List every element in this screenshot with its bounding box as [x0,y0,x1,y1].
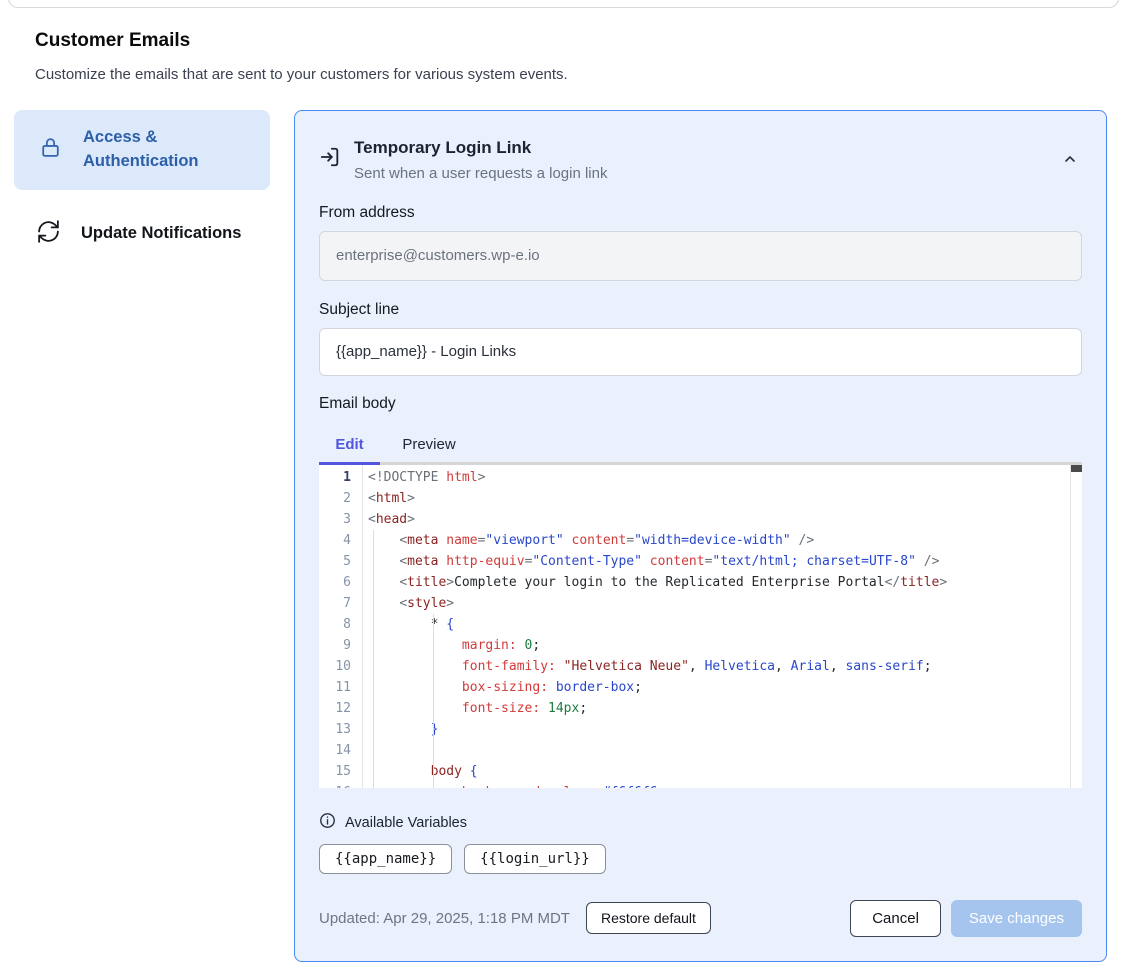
subject-line-label: Subject line [319,301,1082,319]
from-address-label: From address [319,204,1082,222]
editor-line-numbers: 12345678910111213141516 [319,465,363,788]
save-changes-button[interactable]: Save changes [951,900,1082,937]
updated-timestamp: Updated: Apr 29, 2025, 1:18 PM MDT [319,910,570,927]
email-body-label: Email body [319,395,1082,413]
panel-subtitle: Sent when a user requests a login link [354,165,607,182]
variable-chip-app-name[interactable]: {{app_name}} [319,844,452,874]
panel-title: Temporary Login Link [354,137,607,160]
panel-footer: Updated: Apr 29, 2025, 1:18 PM MDT Resto… [319,900,1082,937]
editor-vertical-scrollbar[interactable] [1070,465,1082,788]
scrollbar-thumb[interactable] [1071,465,1082,472]
from-address-field[interactable]: enterprise@customers.wp-e.io [319,231,1082,281]
tab-edit[interactable]: Edit [319,428,380,462]
email-types-sidebar: Access & Authentication Update Notificat… [14,110,270,261]
editor-lines[interactable]: <!DOCTYPE html><html><head> <meta name="… [363,465,1082,788]
lock-icon [38,135,63,165]
sidebar-item-update-notifications[interactable]: Update Notifications [14,207,270,261]
variable-chip-login-url[interactable]: {{login_url}} [464,844,606,874]
sidebar-item-label: Access & Authentication [83,126,223,174]
available-variables-label: Available Variables [345,815,467,831]
chevron-up-icon [1062,155,1078,170]
tab-preview[interactable]: Preview [390,428,468,462]
login-icon [319,146,341,182]
refresh-icon [36,219,61,249]
sidebar-item-label: Update Notifications [81,224,241,243]
sidebar-item-access-authentication[interactable]: Access & Authentication [14,110,270,190]
collapse-panel-button[interactable] [1062,151,1078,170]
available-variables-row: Available Variables [319,812,1082,834]
variable-chips: {{app_name}} {{login_url}} [319,844,1082,874]
panel-header: Temporary Login Link Sent when a user re… [319,137,1082,182]
page-title: Customer Emails [35,30,190,52]
cancel-button[interactable]: Cancel [850,900,941,937]
email-body-code-editor[interactable]: 12345678910111213141516 <!DOCTYPE html><… [319,465,1082,788]
subject-line-field[interactable]: {{app_name}} - Login Links [319,328,1082,376]
restore-default-button[interactable]: Restore default [586,902,711,934]
info-icon [319,812,336,834]
email-body-tabs: Edit Preview [319,428,1082,465]
previous-card-remnant [8,0,1119,8]
page-subtitle: Customize the emails that are sent to yo… [35,66,568,83]
temporary-login-link-panel: Temporary Login Link Sent when a user re… [294,110,1107,962]
